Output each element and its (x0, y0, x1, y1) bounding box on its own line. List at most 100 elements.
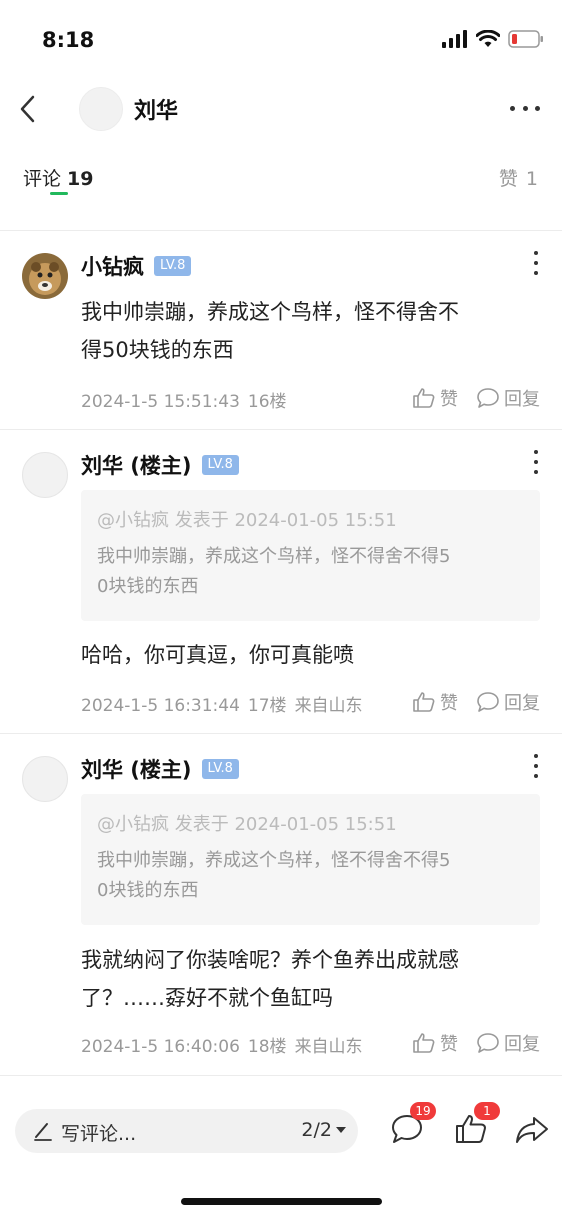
quoted-comment[interactable]: @小钻疯 发表于 2024-01-05 15:51 我中帅崇蹦，养成这个鸟样，怪… (81, 794, 540, 925)
comment-meta: 2024-1-5 15:51:43 16楼 (81, 387, 295, 412)
comment-actions: 赞 回复 (412, 1030, 540, 1056)
like-button[interactable]: 赞 (412, 689, 458, 715)
dot-icon (534, 251, 538, 255)
commenter-avatar[interactable] (22, 452, 68, 498)
dot-icon (534, 764, 538, 768)
speech-bubble-icon (477, 388, 499, 408)
dot-icon (534, 460, 538, 464)
divider (0, 1075, 562, 1076)
write-comment-placeholder: 写评论... (61, 1123, 137, 1145)
dot-icon (534, 754, 538, 758)
author-avatar[interactable] (79, 87, 123, 131)
wifi-icon (476, 30, 500, 47)
tab-likes-label: 赞 (498, 168, 518, 190)
tab-comments-label: 评论 (23, 168, 62, 190)
comments-button[interactable]: 19 (390, 1102, 436, 1150)
commenter-name[interactable]: 小钻疯 (81, 251, 144, 281)
comment-menu-button[interactable] (532, 450, 540, 474)
more-options-button[interactable] (510, 96, 540, 120)
dot-icon (510, 105, 515, 111)
previous-comment-fragment (0, 200, 562, 230)
comment-text: 我就纳闷了你装啥呢？养个鱼养出成就感 了？……孬好不就个鱼缸吗 (81, 941, 541, 1017)
reply-label: 回复 (504, 693, 540, 714)
comment-text-line: 了？……孬好不就个鱼缸吗 (81, 986, 333, 1010)
level-badge: LV.8 (154, 256, 192, 276)
avatar-placeholder (79, 87, 123, 131)
commenter-name-row: 刘华 (楼主) LV.8 (81, 754, 239, 784)
dot-icon (534, 774, 538, 778)
animal-avatar-image (22, 253, 68, 299)
dot-icon (535, 105, 540, 111)
level-badge: LV.8 (201, 455, 239, 475)
commenter-avatar[interactable] (22, 253, 68, 299)
reply-button[interactable]: 回复 (476, 385, 540, 411)
comment-text-line: 哈哈，你可真逗，你可真能喷 (81, 643, 354, 667)
write-comment-input[interactable]: 写评论... 2/2 (15, 1109, 358, 1153)
comment-text-line: 我中帅崇蹦，养成这个鸟样，怪不得舍不 (81, 300, 459, 324)
comment-actions: 赞 回复 (412, 385, 540, 411)
comment-time: 2024-1-5 15:51:43 (81, 392, 240, 412)
status-bar: 8:18 (0, 0, 562, 80)
dot-icon (534, 450, 538, 454)
quote-line: 我中帅崇蹦，养成这个鸟样，怪不得舍不得5 (97, 546, 451, 567)
commenter-name-row: 小钻疯 LV.8 (81, 251, 192, 281)
back-button[interactable] (14, 92, 44, 126)
status-time: 8:18 (42, 28, 95, 52)
comment-item: 刘华 (楼主) LV.8 @小钻疯 发表于 2024-01-05 15:51 我… (0, 734, 562, 1075)
comment-menu-button[interactable] (532, 251, 540, 275)
speech-bubble-icon (477, 692, 499, 712)
comment-menu-button[interactable] (532, 754, 540, 778)
commenter-avatar[interactable] (22, 756, 68, 802)
caret-down-icon (336, 1127, 346, 1133)
level-badge: LV.8 (201, 759, 239, 779)
like-button[interactable]: 赞 (412, 1030, 458, 1056)
like-label: 赞 (440, 1034, 458, 1055)
page-title: 刘华 (134, 99, 179, 124)
reply-label: 回复 (504, 389, 540, 410)
share-button[interactable] (514, 1112, 550, 1150)
comments-count-badge: 19 (410, 1102, 436, 1120)
chevron-left-icon (20, 95, 35, 123)
page-indicator[interactable]: 2/2 (301, 1119, 346, 1141)
quote-header: @小钻疯 发表于 2024-01-05 15:51 (97, 510, 397, 531)
like-label: 赞 (440, 693, 458, 714)
comment-floor: 16楼 (247, 392, 287, 412)
share-arrow-icon (516, 1117, 548, 1143)
tab-bar: 评论 19 赞1 (0, 150, 562, 200)
quote-body: 我中帅崇蹦，养成这个鸟样，怪不得舍不得5 0块钱的东西 (97, 542, 524, 602)
thumbs-up-icon (413, 692, 435, 712)
dot-icon (534, 271, 538, 275)
comment-time: 2024-1-5 16:40:06 (81, 1037, 240, 1057)
commenter-name[interactable]: 刘华 (楼主) (81, 754, 192, 784)
tab-likes[interactable]: 赞1 (499, 164, 538, 191)
active-tab-indicator (50, 192, 68, 195)
comment-location: 来自山东 (294, 1037, 363, 1057)
reply-button[interactable]: 回复 (476, 689, 540, 715)
dot-icon (522, 105, 528, 111)
quoted-comment[interactable]: @小钻疯 发表于 2024-01-05 15:51 我中帅崇蹦，养成这个鸟样，怪… (81, 490, 540, 621)
tab-comments[interactable]: 评论 19 (23, 164, 93, 191)
status-icons (442, 30, 544, 48)
commenter-name-row: 刘华 (楼主) LV.8 (81, 450, 239, 480)
like-button[interactable]: 赞 (412, 385, 458, 411)
likes-count-badge: 1 (474, 1102, 500, 1120)
quote-line: 0块钱的东西 (97, 576, 199, 597)
like-post-button[interactable]: 1 (454, 1102, 500, 1150)
comment-meta: 2024-1-5 16:40:06 18楼 来自山东 (81, 1032, 371, 1057)
signal-icon (442, 30, 467, 48)
comment-floor: 17楼 (247, 696, 287, 716)
home-indicator (181, 1198, 382, 1205)
thumbs-up-icon (413, 1033, 435, 1053)
quote-line: 我中帅崇蹦，养成这个鸟样，怪不得舍不得5 (97, 850, 451, 871)
page-indicator-text: 2/2 (301, 1119, 332, 1141)
commenter-name[interactable]: 刘华 (楼主) (81, 450, 192, 480)
comment-text-line: 得50块钱的东西 (81, 338, 234, 362)
reply-button[interactable]: 回复 (476, 1030, 540, 1056)
like-label: 赞 (440, 389, 458, 410)
reply-label: 回复 (504, 1034, 540, 1055)
comment-location: 来自山东 (294, 696, 363, 716)
comment-floor: 18楼 (247, 1037, 287, 1057)
comment-text: 我中帅崇蹦，养成这个鸟样，怪不得舍不 得50块钱的东西 (81, 293, 541, 369)
pencil-icon (34, 1123, 52, 1141)
comment-meta: 2024-1-5 16:31:44 17楼 来自山东 (81, 691, 371, 716)
